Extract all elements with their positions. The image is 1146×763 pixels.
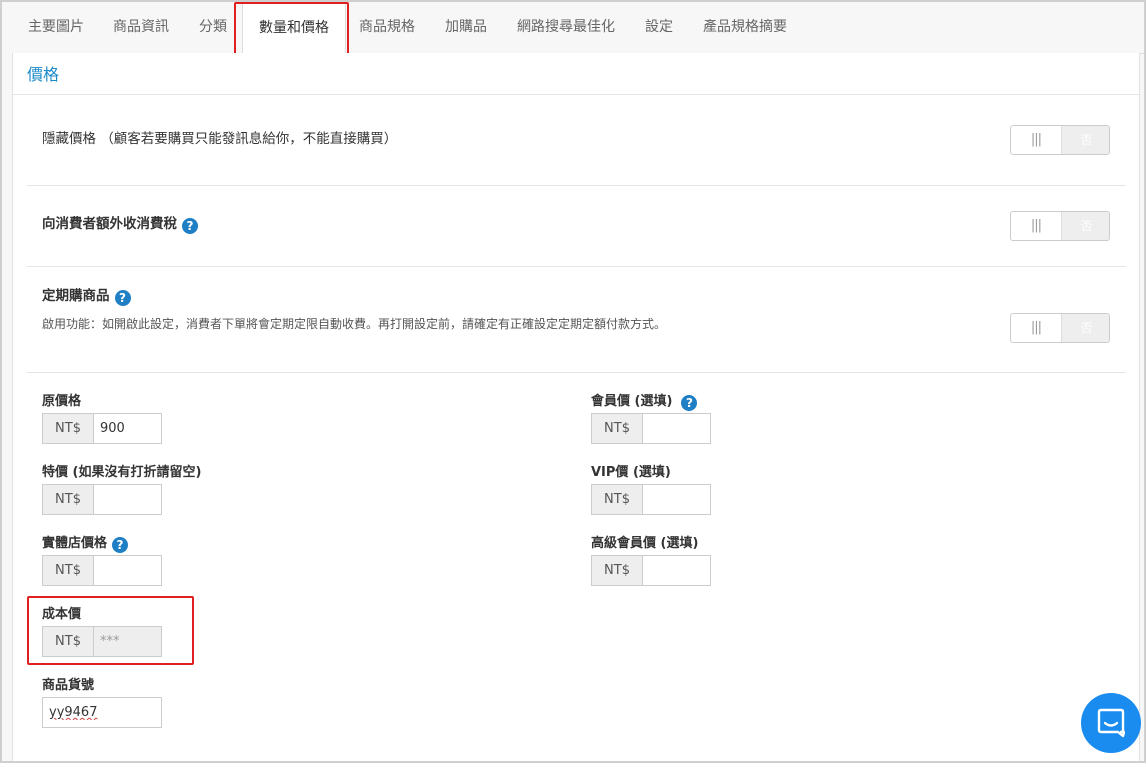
- store-price-input[interactable]: [94, 556, 161, 585]
- consumption-tax-toggle[interactable]: ||| 否: [1010, 211, 1110, 241]
- section-header: 價格: [13, 53, 1139, 95]
- premium-member-price-label: 高級會員價 (選填): [591, 536, 699, 551]
- help-icon[interactable]: ?: [681, 395, 698, 411]
- member-price-group: NT$: [591, 413, 711, 444]
- tab-settings[interactable]: 設定: [645, 2, 673, 54]
- original-price-group: NT$: [42, 413, 162, 444]
- member-price-input[interactable]: [643, 414, 710, 443]
- store-price-label-wrap: 實體店價格?: [42, 532, 129, 553]
- help-icon[interactable]: ?: [114, 290, 131, 306]
- original-price-input[interactable]: [94, 414, 161, 443]
- chat-button[interactable]: [1081, 693, 1141, 753]
- toggle-on-handle: |||: [1030, 218, 1042, 233]
- subscription-toggle[interactable]: ||| 否: [1010, 313, 1110, 343]
- tab-add-on-items[interactable]: 加購品: [445, 2, 487, 54]
- cost-price-group: NT$: [42, 626, 162, 657]
- toggle-on-handle: |||: [1030, 320, 1042, 335]
- app-frame: 主要圖片 商品資訊 分類 數量和價格 商品規格 加購品 網路搜尋最佳化 設定 產…: [0, 0, 1146, 763]
- member-price-label-wrap: 會員價 (選填)?: [591, 390, 698, 411]
- currency-addon: NT$: [592, 414, 643, 443]
- sale-price-label: 特價 (如果沒有打折請留空): [42, 465, 202, 480]
- hide-price-label: 隱藏價格 （顧客若要購買只能發訊息給你，不能直接購買）: [42, 131, 398, 147]
- store-price-label: 實體店價格: [42, 536, 108, 551]
- premium-member-price-input[interactable]: [643, 556, 710, 585]
- premium-member-price-group: NT$: [591, 555, 711, 586]
- consumption-tax-label: 向消費者額外收消費稅: [42, 216, 177, 232]
- cost-price-label: 成本價: [42, 607, 82, 622]
- tab-categories[interactable]: 分類: [199, 2, 227, 54]
- original-price-label: 原價格: [42, 394, 82, 409]
- tab-spec-summary[interactable]: 產品規格摘要: [703, 2, 787, 54]
- toggle-off-label: 否: [1061, 314, 1109, 342]
- tab-product-info[interactable]: 商品資訊: [113, 2, 169, 54]
- currency-addon: NT$: [592, 556, 643, 585]
- chat-icon: [1097, 708, 1125, 738]
- subscription-label-wrap: 定期購商品?: [42, 284, 131, 306]
- member-price-label: 會員價 (選填): [591, 394, 673, 409]
- section-title: 價格: [27, 65, 60, 84]
- vip-price-label: VIP價 (選填): [591, 465, 671, 480]
- subscription-row: 定期購商品? 啟用功能：如開啟此設定，消費者下單將會定期定限自動收費。再打開設定…: [27, 267, 1126, 373]
- subscription-label: 定期購商品: [42, 288, 110, 304]
- sale-price-group: NT$: [42, 484, 162, 515]
- toggle-on-handle: |||: [1030, 132, 1042, 147]
- tab-bar: 主要圖片 商品資訊 分類 數量和價格 商品規格 加購品 網路搜尋最佳化 設定 產…: [12, 2, 1144, 55]
- toggle-off-label: 否: [1061, 126, 1109, 154]
- price-panel: 價格 隱藏價格 （顧客若要購買只能發訊息給你，不能直接購買） ||| 否 向消費…: [12, 53, 1140, 761]
- currency-addon: NT$: [592, 485, 643, 514]
- vip-price-input[interactable]: [643, 485, 710, 514]
- tab-seo[interactable]: 網路搜尋最佳化: [517, 2, 615, 54]
- tab-product-specs[interactable]: 商品規格: [359, 2, 415, 54]
- consumption-tax-row: 向消費者額外收消費稅? ||| 否: [27, 186, 1126, 267]
- hide-price-toggle[interactable]: ||| 否: [1010, 125, 1110, 155]
- sku-input[interactable]: [42, 697, 162, 728]
- consumption-tax-label-wrap: 向消費者額外收消費稅?: [42, 212, 198, 234]
- subscription-description: 啟用功能：如開啟此設定，消費者下單將會定期定限自動收費。再打開設定前，請確定有正…: [42, 317, 667, 331]
- tab-main-images[interactable]: 主要圖片: [28, 2, 84, 54]
- vip-price-group: NT$: [591, 484, 711, 515]
- help-icon[interactable]: ?: [112, 537, 129, 553]
- help-icon[interactable]: ?: [182, 218, 198, 234]
- store-price-group: NT$: [42, 555, 162, 586]
- currency-addon: NT$: [43, 414, 94, 443]
- currency-addon: NT$: [43, 627, 94, 656]
- toggle-off-label: 否: [1061, 212, 1109, 240]
- currency-addon: NT$: [43, 556, 94, 585]
- hide-price-row: 隱藏價格 （顧客若要購買只能發訊息給你，不能直接購買） ||| 否: [27, 95, 1126, 186]
- tab-quantity-price[interactable]: 數量和價格: [242, 2, 346, 55]
- sale-price-input[interactable]: [94, 485, 161, 514]
- sku-label: 商品貨號: [42, 678, 95, 693]
- currency-addon: NT$: [43, 485, 94, 514]
- cost-price-input: [94, 627, 161, 656]
